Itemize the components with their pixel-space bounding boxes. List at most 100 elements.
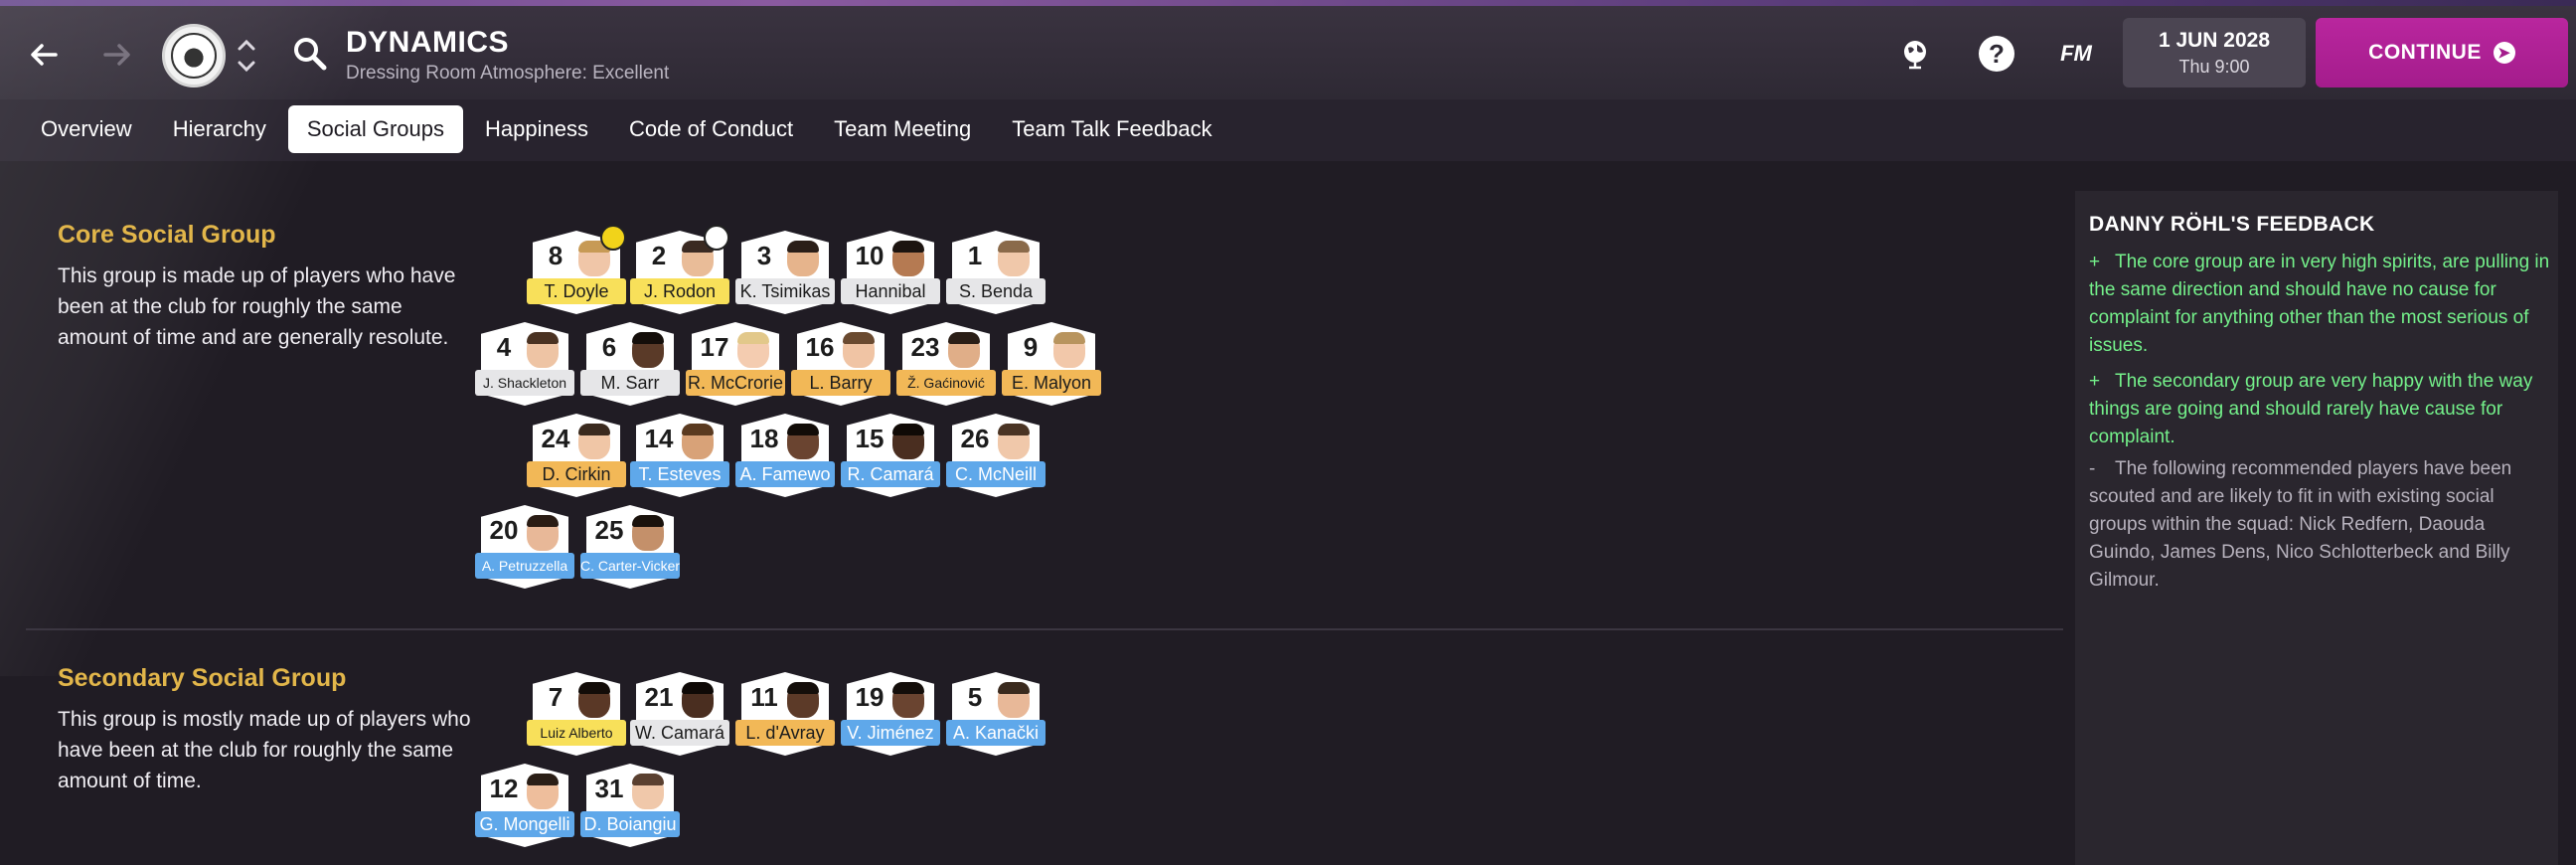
player-name: A. Famewo <box>735 461 835 487</box>
arrow-circle-right-icon: ➤ <box>2493 42 2515 64</box>
player-card[interactable]: 14 T. Esteves <box>630 414 729 497</box>
player-card[interactable]: 12 G. Mongelli <box>475 764 574 847</box>
player-name: M. Sarr <box>580 370 680 396</box>
player-card[interactable]: 6 M. Sarr <box>580 322 680 406</box>
player-card[interactable]: 10 Hannibal <box>841 231 940 314</box>
chevron-down-icon[interactable] <box>235 54 258 78</box>
player-card[interactable]: 11 L. d'Avray <box>735 672 835 756</box>
player-card[interactable]: 19 V. Jiménez <box>841 672 940 756</box>
player-number: 26 <box>960 424 990 453</box>
player-name: J. Shackleton <box>475 370 574 396</box>
player-card[interactable]: 18 A. Famewo <box>735 414 835 497</box>
plus-icon: + <box>2089 371 2101 392</box>
player-name: S. Benda <box>946 278 1046 304</box>
club-badge[interactable] <box>162 24 226 87</box>
globe-icon <box>1904 41 1926 70</box>
secondary-group-description: This group is mostly made up of players … <box>58 708 471 792</box>
player-number: 21 <box>644 682 674 712</box>
page-subtitle: Dressing Room Atmosphere: Excellent <box>346 63 670 84</box>
player-face-icon <box>682 424 714 459</box>
tab-team-talk-feedback[interactable]: Team Talk Feedback <box>993 105 1230 153</box>
player-card[interactable]: 8 T. Doyle <box>527 225 626 314</box>
player-number: 16 <box>805 332 835 362</box>
player-name: T. Esteves <box>630 461 729 487</box>
player-name: A. Petruzzella <box>475 553 574 579</box>
player-card[interactable]: 17 R. McCrorie <box>686 322 785 406</box>
arrow-right-icon <box>103 44 130 66</box>
help-button[interactable]: ? <box>1979 36 2014 72</box>
continue-button[interactable]: CONTINUE ➤ <box>2316 18 2568 87</box>
player-card[interactable]: 23 Ž. Gaćinović <box>896 322 996 406</box>
player-number: 5 <box>967 682 983 712</box>
player-number: 31 <box>594 774 624 803</box>
player-card[interactable]: 4 J. Shackleton <box>475 322 574 406</box>
player-card[interactable]: 31 D. Boiangiu <box>580 764 680 847</box>
player-card[interactable]: 7 Luiz Alberto <box>527 672 626 756</box>
player-face-icon <box>787 241 819 276</box>
player-face-icon <box>787 682 819 718</box>
player-number: 18 <box>749 424 779 453</box>
tab-social-groups[interactable]: Social Groups <box>287 105 464 153</box>
feedback-item: - The following recommended players have … <box>2089 455 2554 595</box>
player-number: 7 <box>548 682 564 712</box>
player-face-icon <box>998 241 1030 276</box>
player-name: D. Boiangiu <box>580 811 680 837</box>
player-name: J. Rodon <box>630 278 729 304</box>
tab-overview[interactable]: Overview <box>22 105 151 153</box>
player-number: 14 <box>644 424 674 453</box>
player-card[interactable]: 2 J. Rodon <box>630 225 729 314</box>
player-face-icon <box>892 424 924 459</box>
player-number: 23 <box>910 332 940 362</box>
player-face-icon <box>1053 332 1085 368</box>
date-display[interactable]: 1 JUN 2028 Thu 9:00 <box>2123 18 2306 87</box>
player-face-icon <box>632 515 664 551</box>
player-face-icon <box>527 774 559 809</box>
player-face-icon <box>578 682 610 718</box>
player-face-icon <box>632 774 664 809</box>
secondary-group-title: Secondary Social Group <box>58 664 347 692</box>
player-number: 24 <box>541 424 570 453</box>
feedback-panel: DANNY RÖHL'S FEEDBACK + The core group ar… <box>2075 191 2558 865</box>
player-card[interactable]: 5 A. Kanački <box>946 672 1046 756</box>
player-face-icon <box>892 241 924 276</box>
back-button[interactable] <box>16 30 72 80</box>
tab-happiness[interactable]: Happiness <box>466 105 607 153</box>
player-card[interactable]: 21 W. Camará <box>630 672 729 756</box>
subnav-tabs: Overview Hierarchy Social Groups Happine… <box>22 105 1234 153</box>
tab-code-of-conduct[interactable]: Code of Conduct <box>610 105 812 153</box>
plus-icon: + <box>2089 252 2101 272</box>
player-number: 3 <box>756 241 772 270</box>
player-number: 25 <box>594 515 624 545</box>
help-icon: ? <box>1989 38 2005 69</box>
player-name: K. Tsimikas <box>735 278 835 304</box>
player-name: T. Doyle <box>527 278 626 304</box>
player-card[interactable]: 3 K. Tsimikas <box>735 231 835 314</box>
player-card[interactable]: 24 D. Cirkin <box>527 414 626 497</box>
player-card[interactable]: 16 L. Barry <box>791 322 890 406</box>
player-number: 1 <box>967 241 983 270</box>
player-name: C. Carter-Vickers <box>580 553 680 579</box>
fm-menu-button[interactable]: FM <box>2055 33 2097 75</box>
player-face-icon <box>892 682 924 718</box>
player-number: 12 <box>489 774 519 803</box>
player-card[interactable]: 15 R. Camará <box>841 414 940 497</box>
player-number: 2 <box>651 241 667 270</box>
player-face-icon <box>527 332 559 368</box>
player-card[interactable]: 20 A. Petruzzella <box>475 505 574 589</box>
player-name: R. Camará <box>841 461 940 487</box>
player-card[interactable]: 26 C. McNeill <box>946 414 1046 497</box>
player-face-icon <box>578 424 610 459</box>
player-card[interactable]: 25 C. Carter-Vickers <box>580 505 680 589</box>
player-card[interactable]: 1 S. Benda <box>946 231 1046 314</box>
player-card[interactable]: 9 E. Malyon <box>1002 322 1101 406</box>
fm-label: FM <box>2060 41 2092 66</box>
search-icon[interactable] <box>290 34 330 74</box>
current-date: 1 JUN 2028 <box>2158 28 2271 52</box>
tab-team-meeting[interactable]: Team Meeting <box>815 105 990 153</box>
captain-badge-icon <box>600 225 626 251</box>
continue-label: CONTINUE <box>2368 41 2482 64</box>
social-feed-button[interactable] <box>1894 33 1936 75</box>
tab-hierarchy[interactable]: Hierarchy <box>154 105 285 153</box>
forward-button[interactable] <box>89 30 145 80</box>
core-group-title: Core Social Group <box>58 221 276 249</box>
